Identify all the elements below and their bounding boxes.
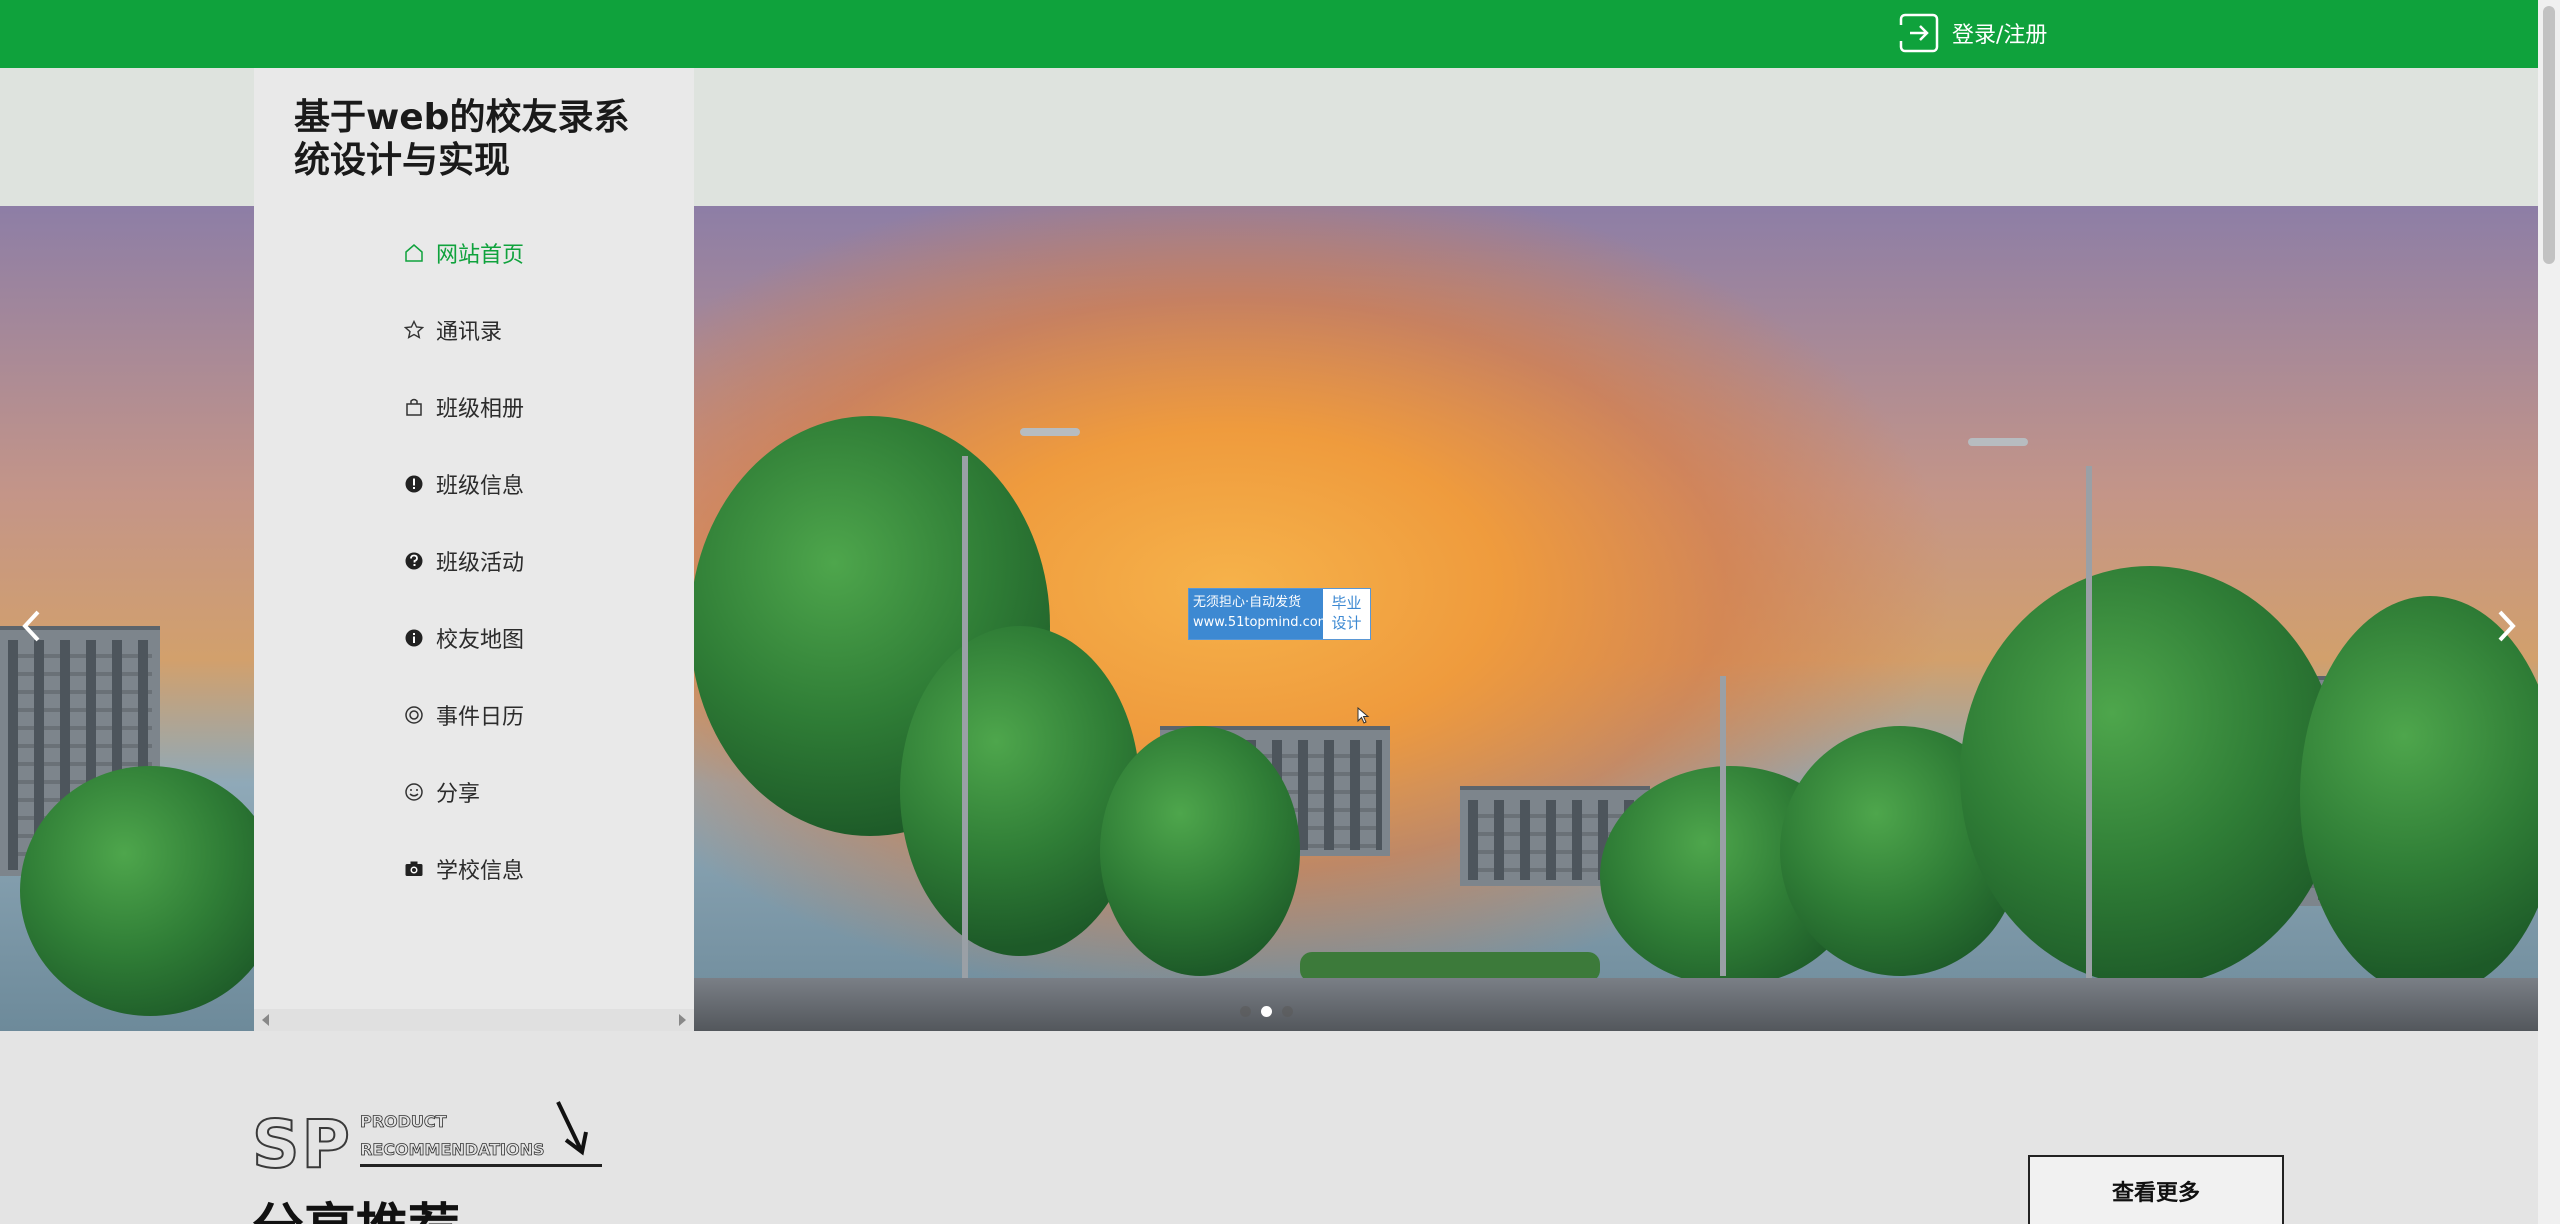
sidebar-item-class-activity[interactable]: 班级活动	[404, 522, 524, 599]
sidebar-item-alumni-map[interactable]: 校友地图	[404, 599, 524, 676]
logo-product-text: PRODUCT	[360, 1112, 447, 1132]
sidebar-item-school-info[interactable]: 学校信息	[404, 830, 524, 907]
product-recommendations-logo: SP PRODUCT RECOMMENDATIONS	[251, 1100, 602, 1184]
logo-recommendations-text: RECOMMENDATIONS	[360, 1140, 545, 1160]
sidebar-item-label: 网站首页	[436, 242, 525, 268]
page-vertical-scrollbar[interactable]	[2538, 0, 2560, 1224]
watermark-line2: www.51topmind.com	[1193, 615, 1331, 630]
tree	[20, 766, 280, 1016]
street-lamp-pole	[2086, 466, 2092, 1006]
sidebar-item-label: 班级信息	[436, 473, 525, 499]
arrow-down-right-icon	[556, 1101, 588, 1156]
sidebar-item-label: 校友地图	[436, 627, 525, 653]
sidebar-item-home[interactable]: 网站首页	[404, 214, 524, 291]
sidebar-item-share[interactable]: 分享	[404, 753, 524, 830]
camera-icon	[405, 861, 423, 876]
sidebar-item-label: 班级相册	[436, 396, 525, 422]
sidebar-item-class-album[interactable]: 班级相册	[404, 368, 524, 445]
home-icon	[405, 243, 423, 262]
bag-icon	[406, 398, 422, 416]
road	[690, 978, 2538, 1031]
carousel-dot-2[interactable]	[1261, 1006, 1272, 1017]
street-lamp-pole	[962, 456, 968, 996]
login-icon	[1899, 13, 1939, 53]
street-lamp	[1968, 438, 2028, 446]
star-icon	[404, 319, 424, 339]
carousel-dot-3[interactable]	[1282, 1006, 1293, 1017]
logo-sp-text: SP	[251, 1105, 352, 1184]
street-lamp	[1020, 428, 1080, 436]
watermark-side2: 设计	[1331, 614, 1362, 632]
carousel-dot-1[interactable]	[1240, 1006, 1251, 1017]
logo-underline	[360, 1164, 602, 1167]
street-lamp-pole	[1720, 676, 1726, 976]
login-label: 登录/注册	[1952, 23, 2048, 48]
sidebar-item-label: 事件日历	[436, 704, 525, 730]
scroll-left-icon[interactable]	[262, 1014, 269, 1026]
sidebar: 基于web的校友录系统设计与实现 网站首页 通讯录 班级相册 班级信息 班级活动…	[254, 68, 694, 1031]
watermark-side1: 毕业	[1331, 594, 1362, 612]
smile-icon	[405, 782, 423, 801]
scroll-right-icon[interactable]	[679, 1014, 686, 1026]
tree	[1960, 566, 2340, 986]
sidebar-item-label: 分享	[436, 781, 481, 807]
scrollbar-thumb[interactable]	[2543, 6, 2555, 264]
sidebar-item-contacts[interactable]: 通讯录	[404, 291, 524, 368]
chevron-right-icon	[2498, 610, 2516, 642]
tree	[1100, 726, 1300, 976]
tree	[2300, 596, 2538, 996]
tree	[900, 626, 1140, 956]
chevron-left-icon	[22, 610, 40, 642]
mouse-cursor-icon	[1357, 707, 1370, 724]
watermark-badge: 无须担心·自动发货 www.51topmind.com 毕业 设计	[1188, 588, 1371, 640]
carousel-prev-button[interactable]	[12, 596, 52, 656]
watermark-line1: 无须担心·自动发货	[1193, 595, 1302, 610]
view-more-button[interactable]: 查看更多	[2028, 1155, 2284, 1224]
sidebar-item-label: 班级活动	[436, 550, 525, 576]
sidebar-item-event-calendar[interactable]: 事件日历	[404, 676, 524, 753]
site-title: 基于web的校友录系统设计与实现	[294, 97, 630, 181]
sidebar-nav: 网站首页 通讯录 班级相册 班级信息 班级活动 校友地图 事件日历 分享 学校信…	[404, 214, 524, 907]
target-icon	[405, 705, 423, 724]
exclamation-circle-icon	[405, 475, 423, 492]
sidebar-item-label: 学校信息	[436, 858, 525, 884]
carousel-next-button[interactable]	[2486, 596, 2526, 656]
sidebar-item-class-info[interactable]: 班级信息	[404, 445, 524, 522]
info-circle-icon	[405, 629, 423, 646]
login-register-link[interactable]: 登录/注册	[1898, 10, 2047, 56]
sidebar-item-label: 通讯录	[436, 319, 503, 345]
sidebar-horizontal-scrollbar[interactable]	[254, 1009, 694, 1031]
section-title: 分享推荐	[252, 1186, 460, 1224]
top-bar: 登录/注册	[0, 0, 2538, 68]
carousel-indicators	[1240, 1006, 1293, 1017]
question-circle-icon	[405, 552, 423, 569]
